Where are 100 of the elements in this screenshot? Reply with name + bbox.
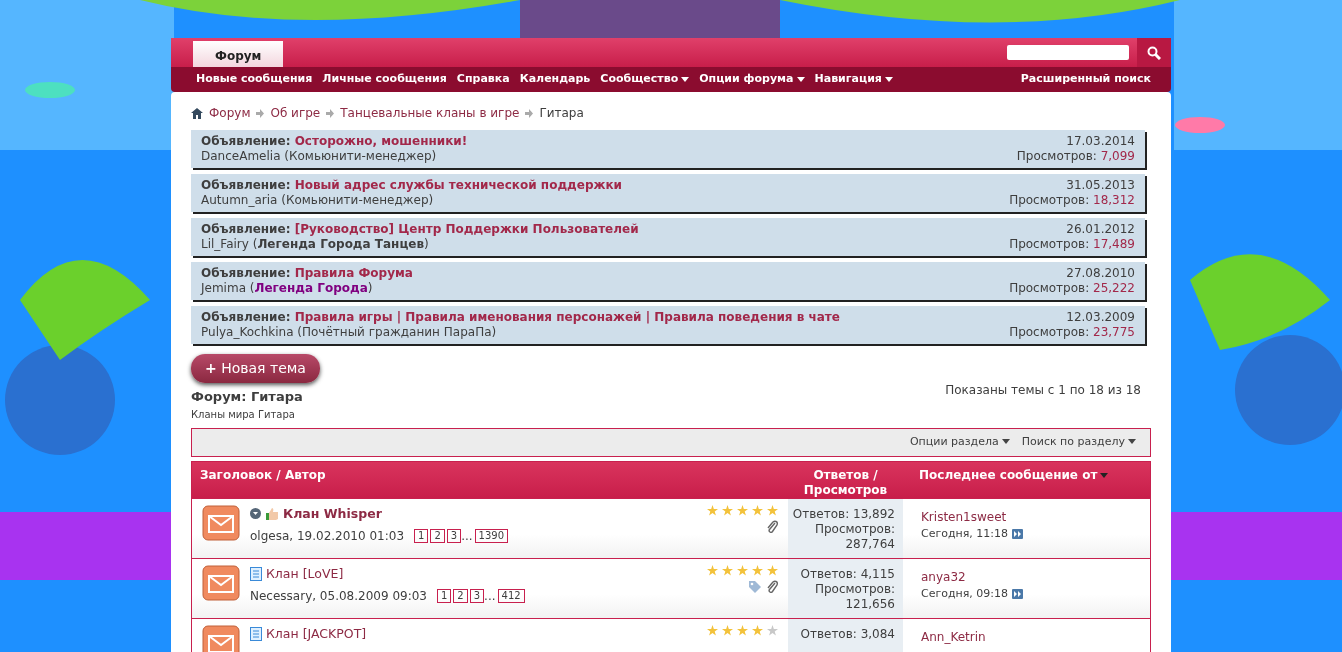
search-icon	[1147, 45, 1161, 60]
ellipsis-text: ...	[484, 588, 496, 606]
nav-link[interactable]: Календарь	[519, 71, 591, 88]
view-count: Просмотров: 7,099	[1016, 149, 1135, 164]
caret-icon	[796, 76, 805, 82]
announcement-date: 31.05.2013	[1065, 178, 1135, 193]
last-post-time: Сегодня, 11:18	[921, 525, 1009, 542]
forum-title: Форум: Гитара	[191, 388, 303, 406]
announcement-author: DanceAmelia (Комьюнити-менеджер)	[201, 149, 438, 164]
nav-link[interactable]: Сообщество	[600, 71, 690, 88]
nav-link[interactable]: Навигация	[814, 71, 893, 88]
reply-count: Ответов: 13,892	[791, 506, 895, 522]
announcement-author: Pulya_Kochkina (Почётный гражданин ПараПа)	[201, 325, 498, 340]
page-link[interactable]: 412	[497, 589, 525, 604]
star-icon	[722, 564, 733, 576]
star-icon	[752, 564, 763, 576]
column-header[interactable]: Заголовок / Автор	[192, 467, 788, 498]
last-post-time: Сегодня, 09:18	[921, 585, 1009, 602]
nav-link[interactable]: Справка	[456, 71, 510, 88]
star-icon	[737, 624, 748, 636]
star-icon	[737, 564, 748, 576]
star-icon	[767, 564, 778, 576]
star-icon	[752, 624, 763, 636]
announcement-title[interactable]: Объявление: Новый адрес службы технической поддержки	[201, 178, 622, 193]
page-link[interactable]: 3	[446, 529, 462, 544]
topics-count: Показаны темы с 1 по 18 из 18	[945, 382, 1141, 399]
page-link[interactable]: 3	[469, 589, 485, 604]
breadcrumb-link[interactable]: Об игре	[270, 104, 321, 122]
view-count: Просмотров: 25,222	[1009, 281, 1135, 296]
view-count: Просмотров: 287,764	[813, 521, 895, 552]
thread-title[interactable]: Клан [LoVE]	[266, 564, 344, 584]
thread-author: Necessary, 05.08.2009 09:03	[250, 588, 427, 606]
announcement-date: 26.01.2012	[1065, 222, 1135, 237]
document-icon	[250, 626, 262, 641]
collapse-icon	[250, 508, 261, 520]
caret-icon	[1001, 439, 1010, 445]
thread-title[interactable]: Клан [JACKPOT]	[266, 624, 367, 644]
announcement-date: 12.03.2009	[1065, 310, 1135, 325]
announcement-author: Autumn_aria (Комьюнити-менеджер)	[201, 193, 435, 208]
announcement-title[interactable]: Объявление: [Руководство] Центр Поддержки Пользователей	[201, 222, 639, 237]
star-icon	[767, 504, 778, 516]
caret-icon	[1128, 439, 1136, 445]
home-icon	[191, 107, 203, 119]
caret-icon	[1100, 472, 1109, 478]
announcement-author: Jemima (Легенда Города)	[201, 281, 374, 296]
arrow-icon	[525, 108, 534, 118]
document-icon	[250, 566, 262, 581]
view-count: Просмотров: 18,312	[1009, 193, 1135, 208]
last-poster-link[interactable]: Ann_Ketrin	[921, 629, 986, 644]
breadcrumb-link[interactable]: Танцевальные кланы в игре	[340, 104, 520, 122]
toolbar-dropdown[interactable]: Поиск по разделу	[1021, 433, 1136, 451]
last-poster-link[interactable]: anya32	[921, 569, 966, 584]
announcement-title[interactable]: Объявление: Осторожно, мошенники!	[201, 134, 468, 149]
last-poster-link[interactable]: Kristen1sweet	[921, 509, 1007, 524]
nav-link[interactable]: Личные сообщения	[322, 71, 447, 88]
announcement-date: 27.08.2010	[1065, 266, 1135, 281]
page-link[interactable]: 1390	[474, 529, 509, 544]
announcement-date: 17.03.2014	[1065, 134, 1135, 149]
star-icon	[707, 564, 718, 576]
ellipsis-text: ...	[461, 528, 473, 546]
search-button[interactable]	[1137, 38, 1171, 67]
envelope-icon	[202, 624, 240, 652]
thread-author: olgesa, 19.02.2010 01:03	[250, 528, 404, 546]
announcement-title[interactable]: Объявление: Правила игры | Правила именования персонажей | Правила поведения в чате	[201, 310, 840, 325]
column-header[interactable]: Ответов / Просмотров	[788, 467, 903, 498]
announcement-author: Lil_Fairy (Легенда Города Танцев)	[201, 237, 430, 252]
search-field[interactable]	[1007, 45, 1129, 60]
toolbar-dropdown[interactable]: Опции раздела	[909, 433, 1010, 451]
caret-icon	[884, 76, 893, 82]
arrow-icon	[256, 108, 265, 118]
nav-link[interactable]: Опции форума	[699, 71, 805, 88]
star-icon	[722, 504, 733, 516]
star-icon	[737, 504, 748, 516]
view-count: Просмотров: 23,775	[1009, 325, 1135, 340]
thread-title[interactable]: Клан Whisper	[283, 504, 382, 524]
star-icon	[707, 504, 718, 516]
announcement-title[interactable]: Объявление: Правила Форума	[201, 266, 413, 281]
page-link[interactable]: 1	[414, 529, 429, 544]
star-icon	[707, 624, 718, 636]
reply-count: Ответов: 4,115	[799, 566, 895, 582]
page-link[interactable]: 2	[453, 589, 468, 604]
go-to-post-icon[interactable]	[1012, 588, 1024, 599]
envelope-icon	[202, 504, 240, 541]
forum-description: Кланы мира Гитара	[191, 407, 296, 422]
envelope-icon	[202, 564, 240, 601]
advanced-search-link[interactable]: Расширенный поиск	[1020, 71, 1151, 88]
arrow-icon	[326, 108, 335, 118]
go-to-post-icon[interactable]	[1012, 528, 1024, 539]
breadcrumb-link[interactable]: Форум	[209, 104, 251, 122]
column-header[interactable]: Последнее сообщение от	[903, 467, 1150, 498]
thumbs-up-icon	[265, 506, 279, 521]
reply-count: Ответов: 3,084	[799, 626, 895, 642]
caret-icon	[681, 76, 690, 82]
page-link[interactable]: 2	[430, 529, 445, 544]
star-icon	[722, 624, 733, 636]
page-link[interactable]: 1	[436, 589, 452, 604]
view-count: Просмотров: 17,489	[1009, 237, 1135, 252]
forum-tab[interactable]: Форум	[193, 41, 284, 67]
new-topic-button[interactable]: + Новая тема	[191, 354, 320, 383]
nav-link[interactable]: Новые сообщения	[196, 71, 313, 88]
